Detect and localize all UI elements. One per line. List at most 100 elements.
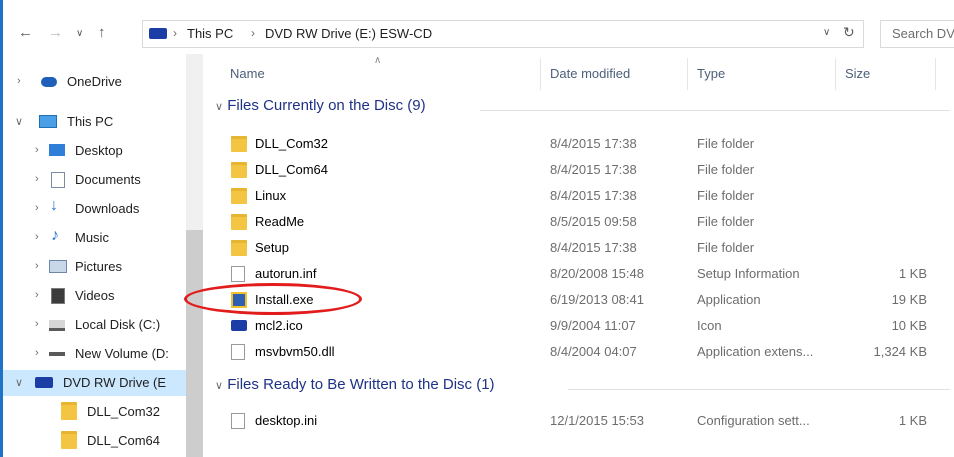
folder-icon [231, 240, 247, 256]
file-type: Setup Information [697, 266, 800, 281]
file-type: File folder [697, 214, 755, 229]
address-bar[interactable]: › This PC › DVD RW Drive (E:) ESW-CD ∨ ↻ [142, 20, 864, 48]
file-row[interactable]: Setup 8/4/2015 17:38 File folder [225, 235, 945, 261]
group-collapse-chevron-icon[interactable]: ∨ [215, 380, 223, 392]
breadcrumb-dvd-drive[interactable]: DVD RW Drive (E:) ESW-CD [265, 26, 432, 41]
file-date: 12/1/2015 15:53 [550, 413, 644, 428]
nav-item-this-pc[interactable]: ∨ This PC [3, 109, 186, 135]
group-divider-line [568, 389, 950, 390]
file-row[interactable]: msvbvm50.dll 8/4/2004 04:07 Application … [225, 339, 945, 365]
expand-chevron-icon[interactable]: › [17, 75, 21, 87]
nav-item-videos[interactable]: › Videos [3, 283, 186, 309]
documents-icon [51, 172, 65, 188]
downloads-icon: ↓ [50, 197, 58, 214]
dll-icon [231, 344, 245, 360]
expand-chevron-icon[interactable]: › [35, 173, 39, 185]
back-arrow-icon[interactable]: ← [18, 24, 33, 41]
file-name: Linux [255, 188, 287, 203]
desktop-icon [49, 144, 65, 156]
nav-label: DLL_Com64 [87, 433, 160, 448]
nav-label: New Volume (D: [75, 346, 169, 361]
file-size: 1 KB [898, 413, 927, 428]
search-box[interactable]: Search DV [880, 20, 954, 48]
nav-item-dll-com32[interactable]: DLL_Com32 [3, 399, 186, 425]
file-row[interactable]: mcl2.ico 9/9/2004 11:07 Icon 10 KB [225, 313, 945, 339]
file-name: DLL_Com32 [255, 136, 328, 151]
folder-icon [231, 214, 247, 230]
nav-item-onedrive[interactable]: › OneDrive [3, 69, 186, 95]
nav-label: Downloads [75, 201, 140, 216]
group-title: Files Currently on the Disc (9) [227, 97, 426, 114]
nav-item-new-volume-d[interactable]: › New Volume (D: [3, 341, 186, 367]
collapse-chevron-icon[interactable]: ∨ [15, 376, 23, 389]
pictures-icon [49, 260, 67, 273]
file-name: DLL_Com64 [255, 162, 328, 177]
nav-item-desktop[interactable]: › Desktop [3, 138, 186, 164]
expand-chevron-icon[interactable]: › [35, 260, 39, 272]
file-size: 1 KB [898, 266, 927, 281]
file-row[interactable]: Linux 8/4/2015 17:38 File folder [225, 183, 945, 209]
nav-item-dll-com64[interactable]: DLL_Com64 [3, 428, 186, 454]
file-size: 1,324 KB [873, 344, 928, 359]
group-header-ready-to-write[interactable]: ∨ Files Ready to Be Written to the Disc … [215, 376, 495, 393]
recent-locations-chevron-icon[interactable]: ∨ [76, 28, 83, 39]
column-header-size[interactable]: Size [845, 66, 870, 81]
videos-icon [51, 288, 65, 304]
cloud-icon [41, 77, 57, 87]
up-arrow-icon[interactable]: ↑ [98, 24, 106, 41]
file-date: 8/4/2015 17:38 [550, 240, 637, 255]
file-date: 8/5/2015 09:58 [550, 214, 637, 229]
file-date: 6/19/2013 08:41 [550, 292, 644, 307]
column-header-type[interactable]: Type [697, 66, 725, 81]
nav-item-downloads[interactable]: › ↓ Downloads [3, 196, 186, 222]
nav-item-local-disk-c[interactable]: › Local Disk (C:) [3, 312, 186, 338]
group-collapse-chevron-icon[interactable]: ∨ [215, 101, 223, 113]
column-header-date-modified[interactable]: Date modified [550, 66, 630, 81]
nav-item-documents[interactable]: › Documents [3, 167, 186, 193]
file-name: Setup [255, 240, 289, 255]
file-name: desktop.ini [255, 413, 318, 428]
file-date: 8/4/2015 17:38 [550, 162, 637, 177]
column-header-name[interactable]: Name [230, 66, 265, 81]
file-size: 19 KB [891, 292, 927, 307]
group-divider-line [480, 110, 950, 111]
expand-chevron-icon[interactable]: › [35, 347, 39, 359]
disk-icon [49, 320, 65, 331]
file-date: 8/4/2015 17:38 [550, 188, 637, 203]
expand-chevron-icon[interactable]: › [35, 144, 39, 156]
sort-ascending-icon: ∧ [374, 55, 382, 66]
nav-item-dvd-drive-e[interactable]: ∨ DVD RW Drive (E [3, 370, 186, 396]
file-row[interactable]: ReadMe 8/5/2015 09:58 File folder [225, 209, 945, 235]
file-name: msvbvm50.dll [255, 344, 335, 359]
breadcrumb-separator-icon: › [251, 26, 255, 40]
address-row: ← → ∨ ↑ › This PC › DVD RW Drive (E:) ES… [0, 14, 954, 52]
nav-scrollbar-thumb[interactable] [186, 230, 203, 457]
refresh-icon[interactable]: ↻ [843, 24, 855, 41]
nav-label: Local Disk (C:) [75, 317, 161, 332]
file-row[interactable]: DLL_Com64 8/4/2015 17:38 File folder [225, 157, 945, 183]
expand-chevron-icon[interactable]: › [35, 231, 39, 243]
file-row[interactable]: autorun.inf 8/20/2008 15:48 Setup Inform… [225, 261, 945, 287]
file-row[interactable]: DLL_Com32 8/4/2015 17:38 File folder [225, 131, 945, 157]
column-divider [835, 58, 836, 90]
file-name: autorun.inf [255, 266, 317, 281]
file-row[interactable]: desktop.ini 12/1/2015 15:53 Configuratio… [225, 408, 945, 434]
group-header-current-files[interactable]: ∨ Files Currently on the Disc (9) [215, 97, 426, 114]
nav-item-pictures[interactable]: › Pictures [3, 254, 186, 280]
expand-chevron-icon[interactable]: › [35, 202, 39, 214]
folder-icon [231, 188, 247, 204]
folder-icon [61, 431, 77, 449]
column-divider [540, 58, 541, 90]
collapse-chevron-icon[interactable]: ∨ [15, 115, 23, 128]
expand-chevron-icon[interactable]: › [35, 289, 39, 301]
highlight-ellipse [184, 283, 362, 315]
breadcrumb-this-pc[interactable]: This PC [187, 26, 233, 41]
file-type: Application extens... [697, 344, 814, 359]
nav-item-music[interactable]: › ♪ Music [3, 225, 186, 251]
address-dropdown-chevron-icon[interactable]: ∨ [823, 27, 830, 38]
nav-label: Desktop [75, 143, 123, 158]
drive-image-icon [231, 320, 247, 331]
file-type: Application [697, 292, 761, 307]
forward-arrow-icon[interactable]: → [48, 24, 63, 41]
expand-chevron-icon[interactable]: › [35, 318, 39, 330]
